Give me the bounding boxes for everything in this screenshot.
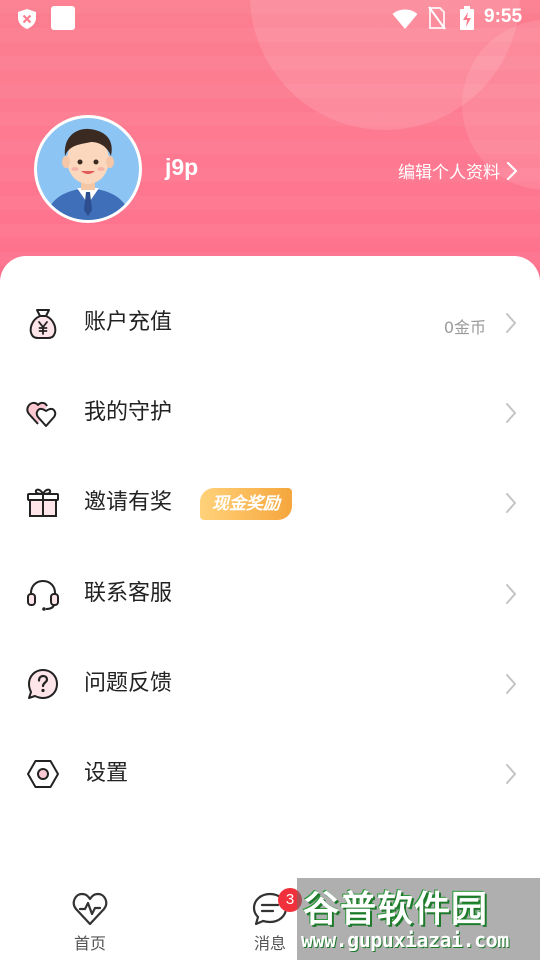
heart-pulse-icon: [72, 892, 108, 926]
no-sim-icon: [428, 6, 446, 30]
chevron-right-icon: [506, 313, 516, 333]
headset-icon: [26, 577, 60, 611]
chevron-right-icon: [506, 161, 518, 180]
shield-x-icon: [18, 9, 36, 29]
heart-shield-icon: [26, 396, 60, 430]
menu-card: 账户充值 0金币 我的守护 邀请有奖 现金奖励 联系客服 问题反馈 设置: [0, 256, 540, 960]
menu-item-feedback[interactable]: 问题反馈: [0, 639, 540, 729]
edit-profile-button[interactable]: 编辑个人资料: [398, 158, 518, 183]
menu-item-invite[interactable]: 邀请有奖 现金奖励: [0, 458, 540, 548]
menu-item-label: 邀请有奖: [84, 490, 173, 516]
avatar[interactable]: [34, 115, 142, 223]
tab-label: 消息: [253, 934, 286, 953]
chevron-right-icon: [506, 763, 516, 784]
chevron-right-icon: [506, 493, 516, 514]
menu-item-label: 问题反馈: [84, 670, 173, 696]
watermark-logo: 谷普软件园: [303, 889, 489, 930]
wifi-icon: [392, 9, 418, 29]
username: j9p: [165, 154, 199, 180]
menu-item-label: 设置: [84, 760, 129, 786]
menu-item-guard[interactable]: 我的守护: [0, 368, 540, 458]
tab-home[interactable]: 首页: [60, 890, 120, 954]
cash-reward-badge: 现金奖励: [200, 488, 292, 521]
male-avatar-icon: [37, 118, 139, 220]
edit-profile-label: 编辑个人资料: [398, 163, 500, 183]
question-bubble-icon: [26, 667, 60, 701]
menu-list: 账户充值 0金币 我的守护 邀请有奖 现金奖励 联系客服 问题反馈 设置: [0, 278, 540, 819]
battery-charging-icon: [460, 6, 474, 30]
tab-label: 首页: [73, 934, 106, 953]
menu-item-settings[interactable]: 设置: [0, 729, 540, 819]
menu-item-recharge[interactable]: 账户充值 0金币: [0, 278, 540, 368]
chevron-right-icon: [506, 673, 516, 694]
coin-balance: 0金币: [443, 318, 486, 337]
chevron-right-icon: [506, 403, 516, 424]
watermark: 谷普软件园 www.gupuxiazai.com: [297, 878, 540, 960]
menu-item-label: 联系客服: [84, 580, 173, 606]
gift-icon: [26, 486, 60, 520]
money-bag-icon: [26, 306, 60, 340]
square-icon: [51, 6, 75, 30]
settings-hex-icon: [26, 757, 60, 791]
menu-item-customer-service[interactable]: 联系客服: [0, 549, 540, 639]
chevron-right-icon: [506, 583, 516, 604]
watermark-url: www.gupuxiazai.com: [301, 928, 509, 952]
clock: 9:55: [484, 6, 523, 27]
menu-item-label: 账户充值: [84, 310, 173, 335]
menu-item-label: 我的守护: [84, 400, 173, 426]
profile-header: 9:55 j9p 编辑个人资料: [0, 0, 540, 300]
tab-messages[interactable]: 3 消息: [240, 888, 302, 954]
status-bar: 9:55: [0, 0, 540, 38]
